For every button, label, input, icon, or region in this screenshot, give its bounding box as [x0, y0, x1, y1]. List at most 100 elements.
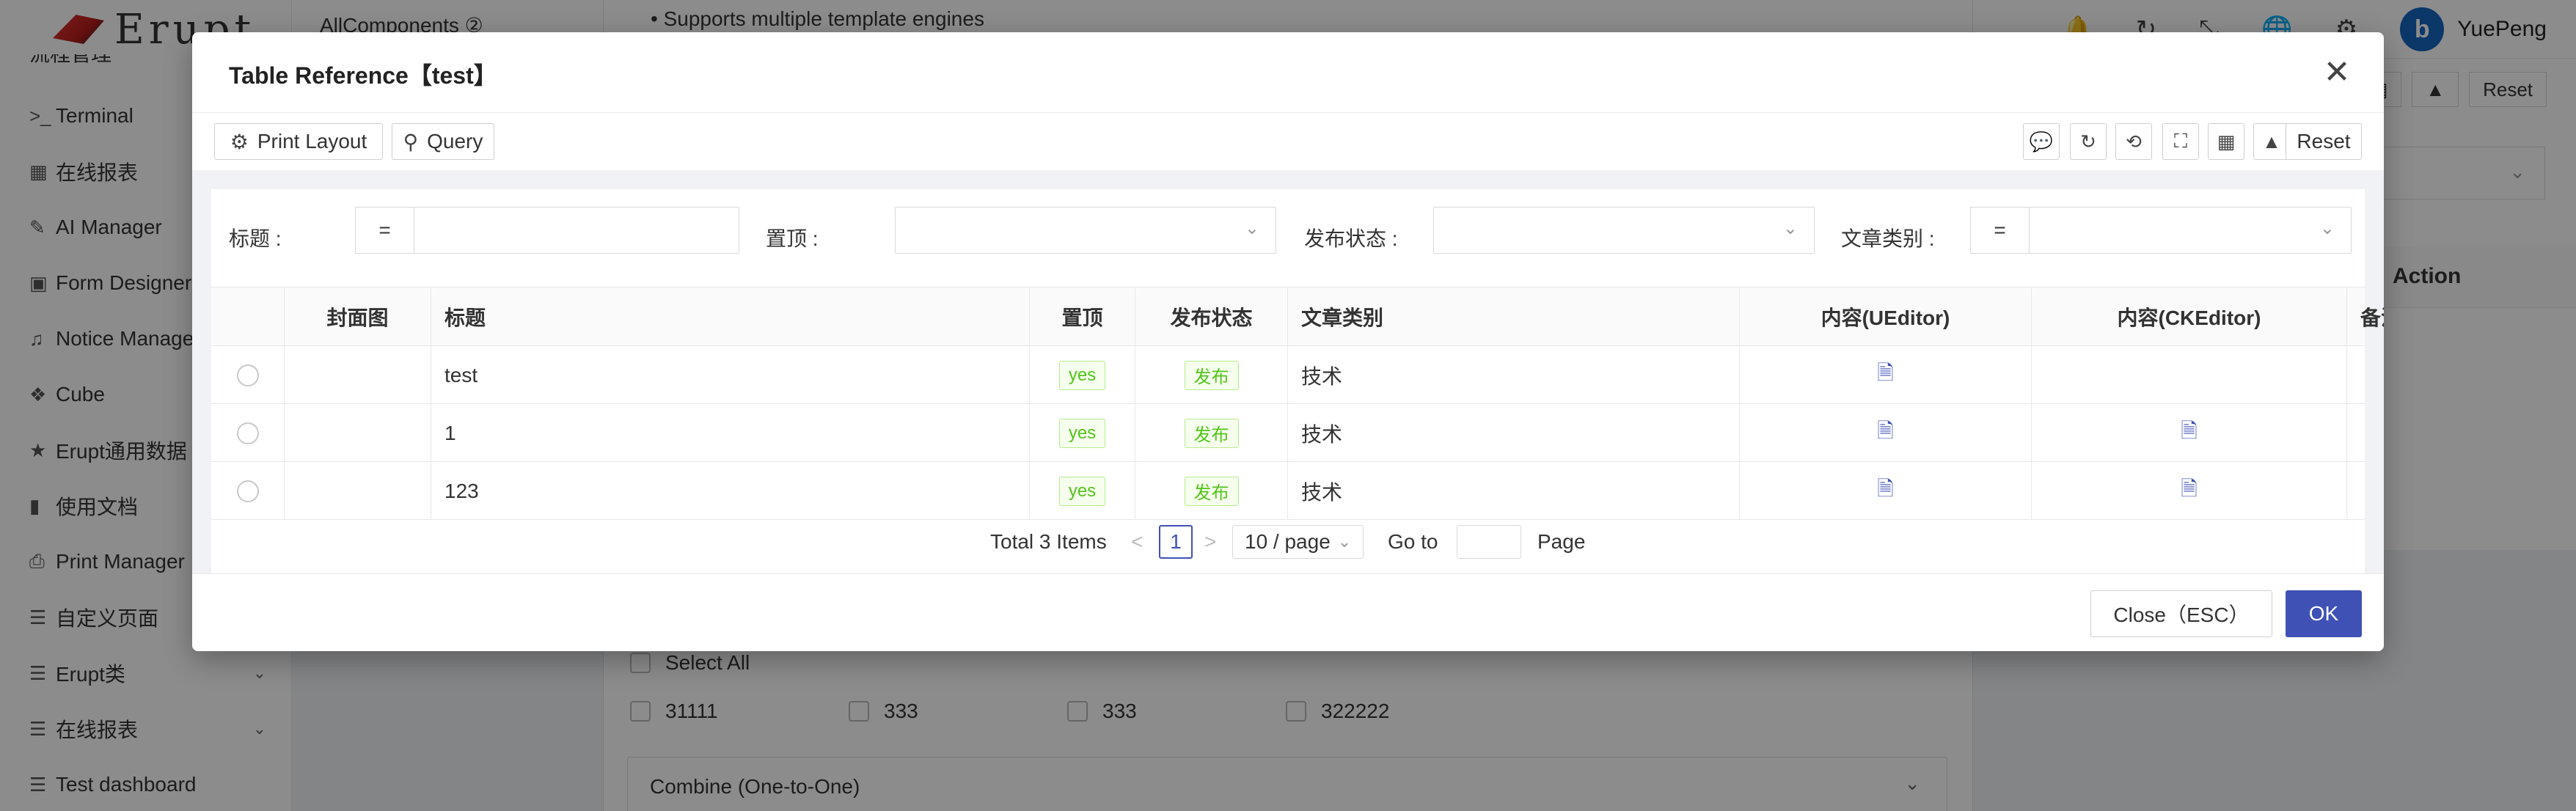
page-label: Page: [1537, 530, 1586, 553]
column-header: 文章类别: [1288, 287, 1740, 346]
pin-filter-label: 置顶 :: [766, 227, 819, 250]
status-filter-select[interactable]: ⌄: [1433, 207, 1815, 254]
chevron-down-icon: ⌄: [1782, 219, 1798, 238]
column-header: [211, 287, 285, 346]
reference-table: 封面图标题置顶发布状态文章类别内容(UEditor)内容(CKEditor)备注…: [211, 287, 2384, 573]
status-cell: 发布: [1135, 404, 1288, 462]
chevron-down-icon: ⌄: [1244, 219, 1259, 238]
status-tag: 发布: [1184, 476, 1239, 506]
category-cell: 技术: [1288, 462, 1740, 520]
search-form: 标题 : = 置顶 : ⌄ 发布状态 : ⌄ 文章类别 : = ⌄: [211, 189, 2365, 287]
column-header: 内容(CKEditor): [2032, 287, 2347, 346]
table-row[interactable]: test yes 发布 技术 🗎: [211, 346, 2365, 404]
ckeditor-cell: 🗎: [2032, 404, 2347, 462]
column-header: 标题: [431, 287, 1030, 346]
pin-tag: yes: [1058, 476, 1106, 506]
document-icon[interactable]: 🗎: [2181, 416, 2198, 451]
title-cell: 1: [431, 404, 1030, 462]
table-icon[interactable]: ▦: [2208, 123, 2244, 160]
ueditor-cell: 🗎: [1740, 462, 2032, 520]
title-filter-label: 标题 :: [229, 227, 282, 250]
ckeditor-cell: 🗎: [2032, 462, 2347, 520]
goto-page-input[interactable]: [1457, 525, 1521, 559]
prev-page-icon[interactable]: <: [1131, 525, 1143, 559]
caret-up-icon[interactable]: ▲: [2253, 123, 2290, 160]
ueditor-cell: 🗎: [1740, 346, 2032, 404]
pagination: Total 3 Items < 1 > 10 / page ⌄ Go to Pa…: [211, 522, 2365, 566]
column-header: 发布状态: [1135, 287, 1288, 346]
cover-cell: [285, 462, 431, 520]
table-row[interactable]: 1 yes 发布 技术 🗎 🗎: [211, 404, 2365, 462]
status-cell: 发布: [1135, 346, 1288, 404]
reset-button[interactable]: Reset: [2286, 123, 2362, 160]
search-icon: ⚲: [403, 130, 419, 153]
category-cell: 技术: [1288, 346, 1740, 404]
chevron-down-icon: ⌄: [1337, 532, 1352, 551]
row-select-cell[interactable]: [211, 346, 285, 404]
page-size-label: 10 / page: [1245, 530, 1331, 553]
cover-cell: [285, 346, 431, 404]
row-select-cell[interactable]: [211, 404, 285, 462]
close-icon[interactable]: ✕: [2316, 51, 2357, 92]
gear-icon: ⚙: [230, 130, 249, 153]
status-filter-label: 发布状态 :: [1304, 227, 1398, 250]
history-icon[interactable]: ⟲: [2115, 123, 2152, 160]
status-cell: 发布: [1135, 462, 1288, 520]
table-header: 封面图标题置顶发布状态文章类别内容(UEditor)内容(CKEditor)备注: [211, 287, 2384, 346]
pin-cell: yes: [1030, 404, 1135, 462]
page-1-button[interactable]: 1: [1159, 525, 1193, 559]
column-header: 置顶: [1030, 287, 1135, 346]
table-reference-modal: Table Reference【test】 ✕ ⚙ Print Layout ⚲…: [192, 32, 2384, 651]
pin-tag: yes: [1058, 360, 1106, 390]
document-icon[interactable]: 🗎: [1877, 474, 1894, 509]
ckeditor-cell: [2032, 346, 2347, 404]
document-icon[interactable]: 🗎: [1877, 416, 1894, 451]
pin-cell: yes: [1030, 346, 1135, 404]
modal-footer: Close（ESC） OK: [192, 573, 2384, 651]
ok-button[interactable]: OK: [2286, 590, 2362, 637]
comment-icon[interactable]: 💬: [2023, 123, 2060, 160]
table-row[interactable]: 123 yes 发布 技术 🗎 🗎: [211, 462, 2365, 520]
query-label: Query: [427, 130, 483, 153]
modal-title: Table Reference【test】: [229, 62, 497, 89]
category-filter-select[interactable]: ⌄: [2029, 207, 2352, 254]
refresh-icon[interactable]: ↻: [2070, 123, 2107, 160]
pin-cell: yes: [1030, 462, 1135, 520]
title-cell: test: [431, 346, 1030, 404]
modal-header: Table Reference【test】 ✕: [192, 32, 2384, 113]
fullscreen-icon[interactable]: ⛶: [2162, 123, 2199, 160]
print-layout-button[interactable]: ⚙ Print Layout: [214, 123, 383, 160]
remark-cell: [2347, 346, 2384, 404]
query-button[interactable]: ⚲ Query: [392, 123, 494, 160]
row-select-cell[interactable]: [211, 462, 285, 520]
chevron-down-icon: ⌄: [2319, 219, 2335, 238]
column-header: 备注: [2347, 287, 2384, 346]
row-radio[interactable]: [236, 422, 259, 444]
modal-toolbar: ⚙ Print Layout ⚲ Query 💬 ↻ ⟲ ⛶ ▦ ▲ Reset: [214, 123, 2362, 167]
category-filter-label: 文章类别 :: [1841, 227, 1935, 250]
title-cell: 123: [431, 462, 1030, 520]
document-icon[interactable]: 🗎: [2181, 474, 2198, 509]
page-size-select[interactable]: 10 / page ⌄: [1232, 525, 1364, 559]
title-filter-input[interactable]: [414, 207, 739, 254]
row-radio[interactable]: [236, 364, 259, 386]
status-tag: 发布: [1184, 360, 1239, 390]
modal-body: 标题 : = 置顶 : ⌄ 发布状态 : ⌄ 文章类别 : = ⌄ 封面图 标题置…: [192, 170, 2384, 607]
cover-cell: [285, 404, 431, 462]
total-items: Total 3 Items: [990, 530, 1107, 553]
row-radio[interactable]: [236, 480, 259, 502]
pin-tag: yes: [1058, 418, 1106, 448]
status-tag: 发布: [1184, 418, 1239, 448]
goto-label: Go to: [1388, 530, 1438, 553]
category-operator[interactable]: =: [1970, 207, 2029, 254]
close-button[interactable]: Close（ESC）: [2090, 590, 2272, 637]
title-operator[interactable]: =: [355, 207, 414, 254]
column-header: 封面图: [285, 287, 431, 346]
document-icon[interactable]: 🗎: [1877, 358, 1894, 393]
remark-cell: [2347, 462, 2384, 520]
print-layout-label: Print Layout: [257, 130, 367, 153]
pin-filter-select[interactable]: ⌄: [895, 207, 1276, 254]
category-cell: 技术: [1288, 404, 1740, 462]
ueditor-cell: 🗎: [1740, 404, 2032, 462]
next-page-icon[interactable]: >: [1204, 525, 1216, 559]
